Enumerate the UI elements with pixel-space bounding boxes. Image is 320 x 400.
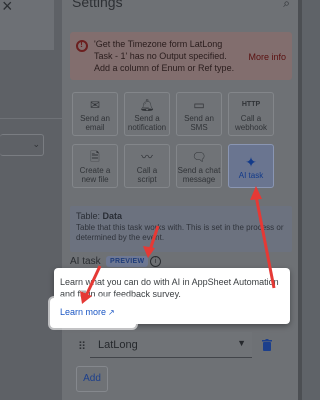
alert-text: 'Get the Timezone form LatLong Task - 1'… <box>94 39 235 73</box>
action-label: Send a <box>134 114 160 123</box>
scrollbar[interactable] <box>298 0 302 400</box>
learn-more-highlight: Learn more ↗ <box>50 298 136 328</box>
delete-icon[interactable] <box>262 339 272 351</box>
drag-handle-icon[interactable]: ⠿ <box>78 340 86 353</box>
ai-task-label: AI task <box>70 256 101 267</box>
learn-more-label: Learn more <box>60 307 107 317</box>
sparkle-icon: ✦ <box>245 154 257 170</box>
left-card: × <box>0 0 54 50</box>
search-icon[interactable]: ⌕ <box>283 0 290 11</box>
action-label: message <box>182 175 216 184</box>
bell-icon: 🔔︎ <box>139 98 155 112</box>
action-label: webhook <box>234 123 268 132</box>
call-script-button[interactable]: 〰 Call a script <box>124 144 170 188</box>
editor-background: × ⌄ <box>0 0 62 400</box>
left-select: ⌄ <box>0 134 44 156</box>
action-label: script <box>137 175 157 184</box>
table-description: Table that this task works with. This is… <box>76 223 284 242</box>
new-file-icon: 🗎︎ <box>90 150 100 164</box>
divider <box>0 118 62 119</box>
table-title: Table: Data <box>76 211 122 221</box>
sms-icon: ▭ <box>193 98 205 112</box>
call-webhook-button[interactable]: HTTP Call a webhook <box>228 92 274 136</box>
mail-icon: ✉ <box>89 98 101 112</box>
add-button[interactable]: Add <box>76 366 108 392</box>
panel-title: Settings <box>72 0 123 10</box>
ai-task-button[interactable]: ✦ AI task <box>228 144 274 188</box>
action-label: email <box>85 123 105 132</box>
table-info: Table: Data Table that this task works w… <box>70 206 292 252</box>
info-icon[interactable]: i <box>150 256 161 267</box>
table-name: Data <box>102 211 123 221</box>
action-label: Send an <box>80 114 110 123</box>
action-label: Send a chat <box>177 166 221 175</box>
error-icon <box>76 39 88 52</box>
action-label: Create a <box>79 166 111 175</box>
action-label: Call a <box>136 166 158 175</box>
preview-badge: PREVIEW <box>106 256 149 267</box>
tooltip-text: Learn what you can do with AI in AppShee… <box>60 277 279 299</box>
column-select[interactable]: LatLong ▼ <box>90 332 252 358</box>
chat-icon: 🗨︎ <box>191 150 207 164</box>
more-info-link[interactable]: More info <box>248 52 286 62</box>
action-label: SMS <box>190 123 208 132</box>
http-icon: HTTP <box>241 101 261 108</box>
create-file-button[interactable]: 🗎︎ Create a new file <box>72 144 118 188</box>
close-icon: × <box>2 0 13 16</box>
learn-more-link[interactable]: Learn more ↗ <box>60 307 115 317</box>
send-notification-button[interactable]: 🔔︎ Send a notification <box>124 92 170 136</box>
send-sms-button[interactable]: ▭ Send an SMS <box>176 92 222 136</box>
action-label: Call a <box>240 114 262 123</box>
action-label: Send an <box>184 114 214 123</box>
column-value: LatLong <box>98 339 138 351</box>
error-alert: 'Get the Timezone form LatLong Task - 1'… <box>70 32 292 80</box>
dropdown-arrow-icon: ▼ <box>237 338 246 348</box>
send-chat-button[interactable]: 🗨︎ Send a chat message <box>176 144 222 188</box>
table-label: Table: <box>76 211 101 221</box>
send-email-button[interactable]: ✉ Send an email <box>72 92 118 136</box>
action-label: notification <box>127 123 167 132</box>
action-label: new file <box>81 175 109 184</box>
action-label: AI task <box>238 171 264 180</box>
column-row: ⠿ LatLong ▼ <box>76 332 282 360</box>
script-icon: 〰 <box>140 150 153 164</box>
chevron-down-icon: ⌄ <box>32 139 40 149</box>
external-link-icon: ↗ <box>108 308 115 317</box>
